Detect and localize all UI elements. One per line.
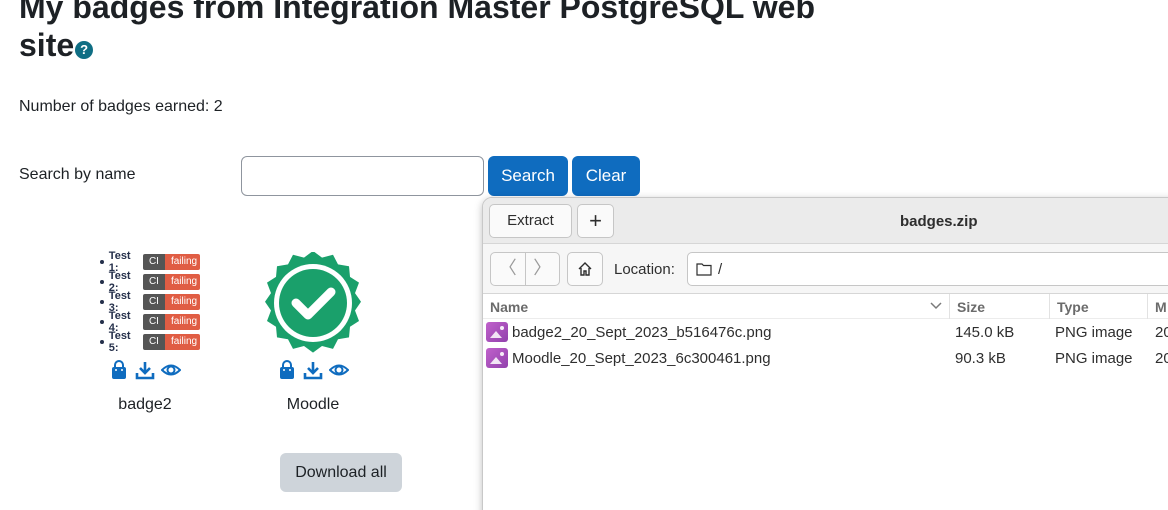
download-icon[interactable]: [135, 360, 155, 380]
image-file-icon: [486, 322, 508, 342]
home-button[interactable]: [567, 252, 603, 286]
test-row: Test 5: CI failing: [100, 330, 200, 354]
badge-count: Number of badges earned: 2: [19, 98, 223, 115]
test-row: Test 3: CI failing: [100, 290, 200, 314]
shield-right: failing: [164, 254, 200, 270]
download-icon[interactable]: [303, 360, 323, 380]
test-row: Test 4: CI failing: [100, 310, 200, 334]
sort-chevron-down-icon: [930, 302, 942, 310]
file-type: PNG image: [1055, 324, 1133, 341]
file-modified: 20: [1155, 324, 1168, 341]
file-type: PNG image: [1055, 350, 1133, 367]
shield-right: failing: [164, 314, 200, 330]
bullet-icon: [100, 320, 104, 324]
badge-name[interactable]: Moodle: [238, 396, 388, 414]
ci-shield: CI failing: [142, 314, 200, 330]
badge-card-badge2: Test 1: CI failing Test 2: CI failing Test 3…: [70, 250, 220, 414]
view-icon[interactable]: [161, 360, 181, 380]
home-icon: [578, 262, 592, 276]
shield-left: CI: [142, 314, 165, 330]
bullet-icon: [100, 300, 104, 304]
search-label: Search by name: [19, 166, 136, 183]
file-list: Name Size Type M badge2_20_Sept_2023_b51…: [483, 294, 1168, 371]
help-icon[interactable]: ?: [75, 41, 94, 59]
file-row[interactable]: badge2_20_Sept_2023_b516476c.png 145.0 k…: [483, 319, 1168, 345]
bullet-icon: [100, 260, 104, 264]
bullet-icon: [100, 340, 104, 344]
folder-icon: [696, 263, 712, 276]
view-icon[interactable]: [329, 360, 349, 380]
bullet-icon: [100, 280, 104, 284]
page-title: My badges from Integration Master Postgr…: [19, 0, 879, 64]
shield-left: CI: [142, 274, 165, 290]
column-modified[interactable]: M: [1155, 299, 1167, 315]
test-list: Test 1: CI failing Test 2: CI failing Test 3…: [90, 250, 200, 354]
file-size: 90.3 kB: [955, 350, 1006, 367]
download-all-button[interactable]: Download all: [280, 453, 402, 492]
location-path: /: [718, 260, 723, 278]
check-seal-icon: [265, 250, 361, 353]
location-label: Location:: [614, 261, 675, 278]
ci-shield: CI failing: [142, 254, 200, 270]
ci-shield: CI failing: [142, 274, 200, 290]
shield-right: failing: [164, 274, 200, 290]
column-size[interactable]: Size: [957, 299, 985, 315]
search-input[interactable]: [241, 156, 484, 196]
shield-left: CI: [142, 254, 165, 270]
shield-right: failing: [164, 334, 200, 350]
location-field[interactable]: /: [687, 252, 1168, 286]
badge-image[interactable]: [258, 250, 368, 356]
badge-actions: [70, 360, 220, 382]
badge-card-moodle: Moodle: [238, 250, 388, 414]
image-file-icon: [486, 348, 508, 368]
clear-button[interactable]: Clear: [572, 156, 640, 196]
file-row[interactable]: Moodle_20_Sept_2023_6c300461.png 90.3 kB…: [483, 345, 1168, 371]
window-header: Extract + badges.zip: [483, 198, 1168, 244]
column-separator: [1147, 294, 1148, 319]
badge-image[interactable]: Test 1: CI failing Test 2: CI failing Test 3…: [90, 250, 200, 356]
file-name: Moodle_20_Sept_2023_6c300461.png: [512, 350, 771, 367]
nav-buttons: 〈 〉: [490, 252, 560, 286]
back-button[interactable]: 〈: [491, 253, 526, 285]
column-separator: [1049, 294, 1050, 319]
backpack-icon[interactable]: [277, 360, 297, 380]
test-label: Test 5:: [108, 330, 131, 354]
extract-button[interactable]: Extract: [489, 204, 572, 238]
test-row: Test 2: CI failing: [100, 270, 200, 294]
window-title: badges.zip: [900, 213, 978, 230]
test-row: Test 1: CI failing: [100, 250, 200, 274]
ci-shield: CI failing: [142, 294, 200, 310]
search-button[interactable]: Search: [488, 156, 568, 196]
add-files-button[interactable]: +: [577, 204, 614, 238]
file-size: 145.0 kB: [955, 324, 1015, 341]
page-title-text: My badges from Integration Master Postgr…: [19, 0, 815, 63]
column-separator: [949, 294, 950, 319]
badge-actions: [238, 360, 388, 382]
location-bar: 〈 〉 Location: /: [483, 244, 1168, 294]
column-name[interactable]: Name: [490, 299, 528, 315]
forward-button[interactable]: 〉: [526, 253, 560, 285]
badge-name[interactable]: badge2: [70, 396, 220, 414]
column-type[interactable]: Type: [1057, 299, 1089, 315]
shield-left: CI: [142, 334, 165, 350]
backpack-icon[interactable]: [109, 360, 129, 380]
ci-shield: CI failing: [142, 334, 200, 350]
file-name: badge2_20_Sept_2023_b516476c.png: [512, 324, 772, 341]
shield-right: failing: [164, 294, 200, 310]
file-modified: 20: [1155, 350, 1168, 367]
shield-left: CI: [142, 294, 165, 310]
column-header-row: Name Size Type M: [483, 294, 1168, 319]
archive-window: Extract + badges.zip 〈 〉 Location: / Nam…: [482, 197, 1168, 510]
